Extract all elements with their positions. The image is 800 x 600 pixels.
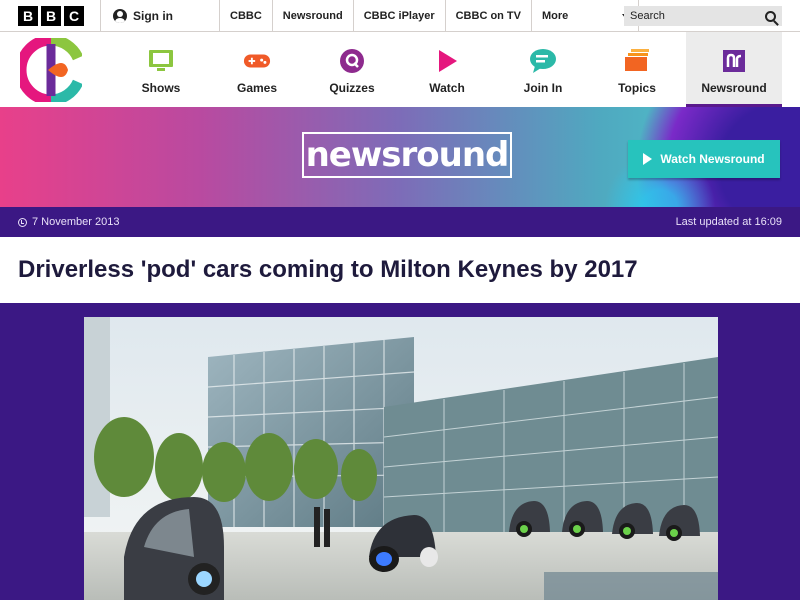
nav-item-label: Games <box>236 81 278 95</box>
nav-link-newsround[interactable]: Newsround <box>271 0 353 32</box>
nav-item-label: Join In <box>523 81 563 95</box>
article-body <box>0 303 800 600</box>
search-placeholder: Search <box>630 10 665 22</box>
publish-date-text: 7 November 2013 <box>32 216 120 228</box>
nav-item-games[interactable]: Games <box>224 32 290 107</box>
watch-button-label: Watch Newsround <box>660 152 765 166</box>
user-icon <box>113 8 127 23</box>
nav-item-label: Quizzes <box>329 81 375 95</box>
nav-item-quizzes[interactable]: Quizzes <box>318 32 386 107</box>
chat-icon <box>529 48 557 74</box>
bbc-nav-links: CBBC Newsround CBBC iPlayer CBBC on TV M… <box>219 0 639 32</box>
nav-link-cbbc[interactable]: CBBC <box>219 0 272 32</box>
bbc-logo-letter: C <box>64 5 84 26</box>
nav-item-shows[interactable]: Shows <box>128 32 194 107</box>
cbbc-logo-icon[interactable] <box>20 38 82 102</box>
tv-icon <box>147 48 175 74</box>
newsround-banner: newsround Watch Newsround <box>0 107 800 207</box>
bbc-logo[interactable]: B B C <box>18 5 84 26</box>
cbbc-nav: Shows Games Quizzes Watch Join In Topics <box>0 32 800 107</box>
quiz-icon <box>338 48 366 74</box>
headline-area: Driverless 'pod' cars coming to Milton K… <box>0 237 800 303</box>
nav-item-label: Watch <box>429 81 465 95</box>
bbc-top-bar: B B C Sign in CBBC Newsround CBBC iPlaye… <box>0 0 800 32</box>
more-label: More <box>542 9 569 22</box>
more-menu[interactable]: More <box>531 0 639 32</box>
newsround-icon <box>720 48 748 74</box>
signin-button[interactable]: Sign in <box>101 0 219 32</box>
nav-item-join-in[interactable]: Join In <box>510 32 576 107</box>
article-photo <box>84 317 718 600</box>
clock-icon <box>18 217 27 227</box>
nav-item-label: Newsround <box>701 81 767 95</box>
play-icon <box>433 48 461 74</box>
last-updated-text: Last updated at 16:09 <box>675 216 782 228</box>
nav-item-newsround[interactable]: Newsround <box>686 32 782 107</box>
nav-link-cbbc-on-tv[interactable]: CBBC on TV <box>444 0 531 32</box>
gamepad-icon <box>243 48 271 74</box>
search-icon[interactable] <box>765 10 776 22</box>
watch-newsround-button[interactable]: Watch Newsround <box>628 140 780 178</box>
article-headline: Driverless 'pod' cars coming to Milton K… <box>18 256 638 283</box>
nav-item-label: Shows <box>141 81 181 95</box>
signin-label: Sign in <box>133 8 173 23</box>
search-input[interactable]: Search <box>624 6 782 26</box>
bbc-logo-letter: B <box>41 5 61 26</box>
article-date-bar: 7 November 2013 Last updated at 16:09 <box>0 207 800 237</box>
bbc-logo-letter: B <box>18 5 38 26</box>
play-icon <box>643 153 653 165</box>
newsround-logo[interactable]: newsround <box>302 132 512 178</box>
publish-date: 7 November 2013 <box>18 216 119 228</box>
nav-item-watch[interactable]: Watch <box>414 32 480 107</box>
nav-link-cbbc-iplayer[interactable]: CBBC iPlayer <box>352 0 445 32</box>
nav-item-label: Topics <box>618 81 656 95</box>
folders-icon <box>623 48 651 74</box>
nav-item-topics[interactable]: Topics <box>604 32 670 107</box>
